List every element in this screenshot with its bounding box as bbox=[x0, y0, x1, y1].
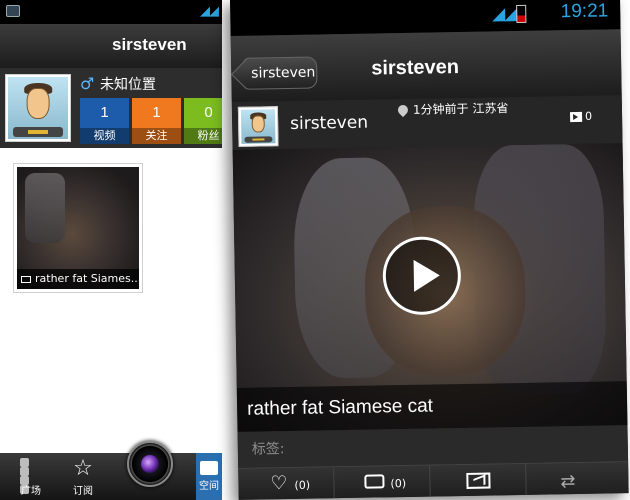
signal-icon: ◢◢ bbox=[491, 4, 517, 25]
action-bar: ♡ (0) (0) ⇄ bbox=[238, 461, 629, 500]
clock: 19:21 bbox=[560, 0, 609, 23]
video-player[interactable]: rather fat Siamese cat bbox=[232, 143, 628, 432]
repost-button[interactable]: ⇄ bbox=[526, 462, 623, 496]
thumbnail-caption: rather fat Siames... bbox=[17, 269, 139, 289]
nav-space[interactable]: 空间 bbox=[196, 453, 222, 500]
following-stat-button[interactable]: 1 关注 bbox=[132, 98, 181, 144]
play-count-icon bbox=[570, 111, 583, 123]
stat-value: 1 bbox=[152, 104, 161, 121]
camera-icon bbox=[141, 455, 159, 473]
camera-record-button[interactable] bbox=[127, 441, 173, 487]
page-title: sirsteven bbox=[371, 56, 460, 80]
signal-icon: ◢◢ bbox=[200, 4, 219, 19]
page-title: sirsteven bbox=[112, 35, 187, 54]
battery-icon bbox=[516, 4, 527, 24]
title-bar: sirsteven bbox=[0, 24, 222, 68]
bottom-nav: 广场 ☆ 订阅 空间 bbox=[0, 453, 222, 500]
followers-stat-button[interactable]: 0 粉丝 bbox=[184, 98, 222, 144]
location-text: 未知位置 bbox=[100, 77, 156, 93]
stat-value: 1 bbox=[100, 104, 109, 121]
user-space-screen: ◢◢ sirsteven ♂ 未知位置 1 视频 1 关注 0 粉丝 rathe… bbox=[0, 0, 222, 500]
avatar[interactable] bbox=[5, 74, 71, 142]
back-label: sirsteven bbox=[251, 64, 316, 82]
status-bar: ◢◢ bbox=[0, 0, 222, 24]
notification-icon bbox=[6, 5, 20, 17]
gender-male-icon: ♂ bbox=[80, 74, 95, 93]
nav-label: 空间 bbox=[199, 481, 219, 492]
video-caption: rather fat Siamese cat bbox=[236, 381, 628, 432]
stat-value: 0 bbox=[204, 104, 213, 121]
videos-stat-button[interactable]: 1 视频 bbox=[80, 98, 129, 144]
location-pin-icon bbox=[395, 102, 411, 118]
author-row: sirsteven 1分钟前于 江苏省 0 bbox=[231, 95, 623, 150]
stat-label: 粉丝 bbox=[184, 128, 222, 144]
like-count: (0) bbox=[294, 478, 311, 492]
post-meta: 1分钟前于 江苏省 bbox=[412, 101, 509, 117]
nav-label: 广场 bbox=[21, 486, 41, 497]
username[interactable]: sirsteven bbox=[290, 113, 368, 134]
video-thumbnail[interactable]: rather fat Siames... bbox=[13, 163, 143, 293]
comment-button[interactable]: (0) bbox=[334, 465, 431, 500]
play-count: 0 bbox=[584, 109, 593, 123]
star-icon: ☆ bbox=[73, 456, 93, 481]
comment-icon bbox=[364, 474, 385, 489]
back-button[interactable]: sirsteven bbox=[243, 56, 318, 90]
stat-label: 视频 bbox=[80, 128, 129, 144]
avatar[interactable] bbox=[237, 106, 279, 147]
nav-label: 订阅 bbox=[73, 486, 93, 497]
like-button[interactable]: ♡ (0) bbox=[238, 467, 335, 500]
share-button[interactable] bbox=[430, 463, 527, 498]
profile-card-icon bbox=[200, 461, 218, 475]
composite-screenshot: ◢◢ sirsteven ♂ 未知位置 1 视频 1 关注 0 粉丝 rathe… bbox=[0, 0, 630, 500]
comment-count: (0) bbox=[390, 477, 407, 491]
stat-label: 关注 bbox=[132, 128, 181, 144]
heart-icon: ♡ bbox=[270, 472, 288, 495]
video-camera-icon bbox=[21, 275, 31, 283]
video-detail-screen: ◢◢ 19:21 sirsteven sirsteven sirsteven 1… bbox=[230, 0, 629, 500]
profile-header: ♂ 未知位置 1 视频 1 关注 0 粉丝 bbox=[0, 68, 222, 148]
play-icon bbox=[413, 259, 441, 292]
title-bar: sirsteven sirsteven bbox=[230, 29, 622, 102]
repost-arrows-icon: ⇄ bbox=[560, 471, 576, 493]
share-video-icon bbox=[466, 472, 491, 489]
grid-icon bbox=[20, 458, 42, 494]
nav-subscribe[interactable]: ☆ 订阅 bbox=[60, 453, 106, 500]
thumbnail-caption-text: rather fat Siames... bbox=[35, 272, 139, 285]
nav-plaza[interactable]: 广场 bbox=[8, 453, 54, 500]
